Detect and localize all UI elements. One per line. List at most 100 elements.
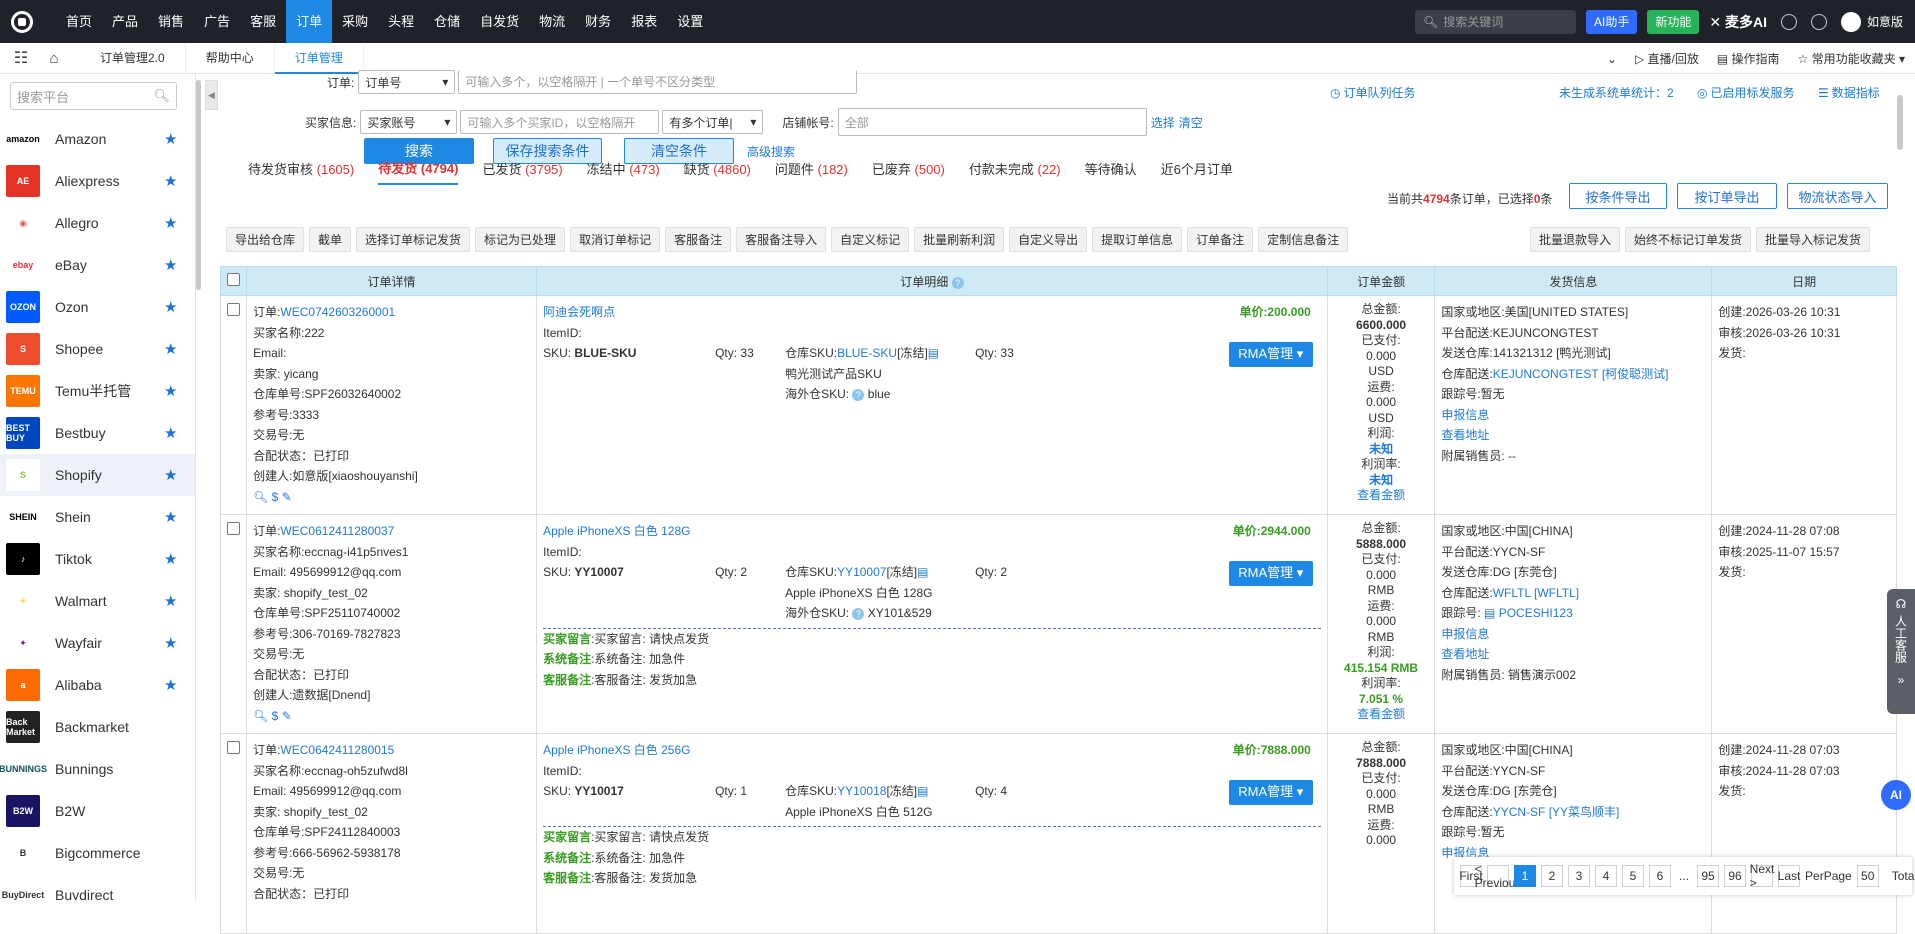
favorites-link[interactable]: ☆ 常用功能收藏夹 ▾ [1798,50,1905,67]
headset-icon[interactable] [1810,13,1827,30]
row-checkbox[interactable] [227,303,240,316]
nav-item-2[interactable]: 销售 [148,0,194,43]
nav-item-13[interactable]: 设置 [667,0,713,43]
warehouse-sku-link[interactable]: YY10007 [837,565,886,579]
order-number-input[interactable]: 可输入多个，以空格隔开 | 一个单号不区分类型 [458,70,858,94]
sidebar-item-ebay[interactable]: ebay eBay ★ [0,244,195,286]
nav-item-11[interactable]: 财务 [575,0,621,43]
sidebar-item-shopify[interactable]: S Shopify ★ [0,454,195,496]
app-grid-icon[interactable]: ☷ [0,48,42,68]
chevron-down-icon[interactable]: ⌄ [1607,52,1617,66]
ai-assistant-button[interactable]: AI助手 [1586,9,1638,34]
action-right-button-1[interactable]: 始终不标记订单发货 [1625,227,1752,252]
nav-item-7[interactable]: 头程 [378,0,424,43]
new-features-button[interactable]: 新功能 [1647,9,1700,34]
row-checkbox[interactable] [227,741,240,754]
order-no-link[interactable]: WEC0642411280015 [280,743,394,757]
page-button-95[interactable]: 95 [1697,865,1720,887]
page-button-1[interactable]: 1 [1514,865,1536,887]
page-button-96[interactable]: 96 [1724,865,1747,887]
action-button-2[interactable]: 选择订单标记发货 [356,227,471,252]
edit-icon[interactable]: ✎ [282,490,292,504]
shop-account-input[interactable]: 全部 [837,108,1147,136]
action-button-6[interactable]: 客服备注导入 [736,227,827,252]
perpage-input[interactable]: 50 [1856,865,1879,887]
page-tab-2[interactable]: 订单管理 [274,42,364,74]
export-button-1[interactable]: 按订单导出 [1677,183,1777,209]
page-button-3[interactable]: 3 [1568,865,1590,887]
sidebar-item-temu半托管[interactable]: TEMU Temu半托管 ★ [0,370,195,412]
home-icon[interactable]: ⌂ [42,50,66,67]
warehouse-sku-link[interactable]: BLUE-SKU [837,346,897,360]
page-button-6[interactable]: 6 [1649,865,1671,887]
sidebar-item-b2w[interactable]: B2W B2W [0,790,195,832]
collapse-sidebar-button[interactable]: ◀ [205,80,218,110]
sidebar-item-bigcommerce[interactable]: B Bigcommerce [0,832,195,874]
amount-line[interactable]: 查看金额 [1334,707,1429,723]
copy-icon[interactable]: ▤ [917,784,928,798]
star-icon[interactable]: ★ [164,424,177,442]
star-icon[interactable]: ★ [164,676,177,694]
amount-line[interactable]: 查看金额 [1334,488,1429,504]
sidebar-scrollbar[interactable] [196,80,201,290]
sidebar-item-allegro[interactable]: ◉ Allegro ★ [0,202,195,244]
star-icon[interactable]: ★ [164,466,177,484]
sidebar-item-bunnings[interactable]: BUNNINGS Bunnings [0,748,195,790]
row-checkbox[interactable] [227,522,240,535]
page-tab-0[interactable]: 订单管理2.0 [80,42,186,74]
nav-item-1[interactable]: 产品 [102,0,148,43]
action-button-9[interactable]: 自定义导出 [1009,227,1088,252]
status-tab-8[interactable]: 等待确认 [1085,159,1137,178]
action-button-7[interactable]: 自定义标记 [831,227,910,252]
copy-icon[interactable]: ▤ [917,565,928,579]
nav-item-10[interactable]: 物流 [529,0,575,43]
page-prev-button[interactable]: < Previous [1475,862,1522,890]
view-address-link[interactable]: 查看地址 [1441,428,1489,442]
page-last-button[interactable]: Last [1778,865,1800,887]
sidebar-item-backmarket[interactable]: Back Market Backmarket [0,706,195,748]
customer-service-button[interactable]: ☊ 人工客服 » [1887,589,1915,714]
order-no-link[interactable]: WEC0742603260001 [280,305,395,319]
product-title-link[interactable]: Apple iPhoneXS 白色 128G [543,524,690,538]
ai-float-button[interactable]: AI [1881,780,1911,810]
status-tab-6[interactable]: 已废弃 (500) [872,159,945,178]
edit-icon[interactable]: ✎ [282,709,292,723]
copy-icon[interactable]: ▤ [928,346,939,360]
page-button-2[interactable]: 2 [1541,865,1563,887]
sidebar-item-shopee[interactable]: S Shopee ★ [0,328,195,370]
guide-link[interactable]: ▤ 操作指南 [1717,50,1780,67]
star-icon[interactable]: ★ [164,298,177,316]
sidebar-item-buydirect[interactable]: BuyDirect Buydirect [0,874,195,900]
nav-item-9[interactable]: 自发货 [470,0,529,43]
star-icon[interactable]: ★ [164,508,177,526]
global-search-input[interactable]: 🔍︎ 搜索关键词 [1415,9,1576,34]
main-scrollbar[interactable] [1897,95,1903,150]
order-no-link[interactable]: WEC0612411280037 [280,524,394,538]
action-button-3[interactable]: 标记为已处理 [475,227,566,252]
order-type-select[interactable]: 订单号 ▾ [358,70,456,94]
rma-button[interactable]: RMA管理 ▾ [1228,342,1313,367]
action-button-1[interactable]: 截单 [309,227,352,252]
export-button-2[interactable]: 物流状态导入 [1787,183,1888,209]
star-icon[interactable]: ★ [164,592,177,610]
page-button-5[interactable]: 5 [1622,865,1644,887]
shop-select-link[interactable]: 选择 [1151,114,1175,131]
sidebar-item-wayfair[interactable]: ✦ Wayfair ★ [0,622,195,664]
action-button-4[interactable]: 取消订单标记 [570,227,661,252]
action-button-8[interactable]: 批量刷新利润 [914,227,1005,252]
status-tab-9[interactable]: 近6个月订单 [1161,159,1233,178]
ship-warehouse-delivery-link[interactable]: KEJUNCONGTEST [柯俊聪测试] [1493,367,1669,381]
star-icon[interactable]: ★ [164,256,177,274]
action-button-10[interactable]: 提取订单信息 [1092,227,1183,252]
copy-icon[interactable]: ▤ [1484,606,1495,620]
app-logo-icon[interactable] [0,0,43,43]
action-right-button-0[interactable]: 批量退款导入 [1530,227,1621,252]
status-tab-0[interactable]: 待发货审核 (1605) [248,159,354,178]
sidebar-item-shein[interactable]: SHEIN Shein ★ [0,496,195,538]
sidebar-item-ozon[interactable]: OZON Ozon ★ [0,286,195,328]
star-icon[interactable]: ★ [164,214,177,232]
sidebar-item-alibaba[interactable]: a Alibaba ★ [0,664,195,706]
download-icon[interactable] [1780,13,1797,30]
live-replay-link[interactable]: ▷ 直播/回放 [1635,50,1699,67]
sidebar-item-bestbuy[interactable]: BEST BUY Bestbuy ★ [0,412,195,454]
